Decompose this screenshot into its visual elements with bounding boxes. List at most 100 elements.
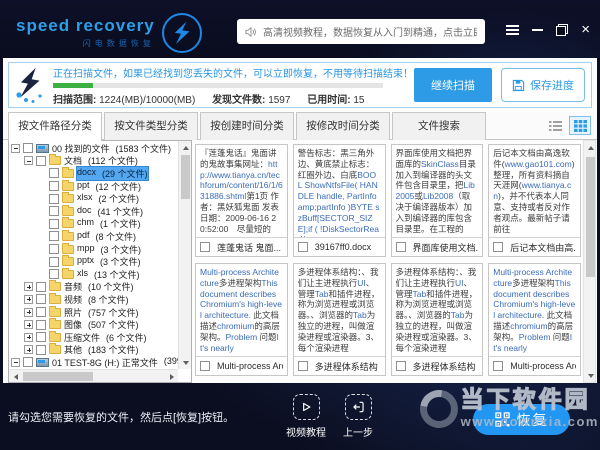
card-checkbox[interactable]	[493, 242, 503, 252]
expand-icon[interactable]	[24, 282, 33, 291]
folder-icon	[62, 182, 74, 191]
tab-3[interactable]: 按创建时间分类	[200, 112, 294, 140]
collapse-icon[interactable]	[11, 358, 20, 367]
cards-vertical-scrollbar[interactable]	[583, 140, 596, 383]
play-icon	[299, 400, 313, 414]
tree-checkbox[interactable]	[23, 357, 33, 367]
card-checkbox[interactable]	[200, 361, 210, 371]
scroll-left-icon[interactable]	[9, 370, 22, 383]
tree-row[interactable]: 图像(507 个文件)	[9, 318, 178, 331]
tree-file-count: (10 个文件)	[88, 280, 134, 293]
tree-checkbox[interactable]	[49, 219, 59, 229]
tree-checkbox[interactable]	[49, 194, 59, 204]
scrollbar-thumb[interactable]	[181, 155, 190, 199]
collapse-icon[interactable]	[24, 156, 33, 165]
card-checkbox[interactable]	[298, 361, 308, 371]
tree-row[interactable]: docx(29 个文件)	[9, 167, 178, 180]
scroll-right-icon[interactable]	[165, 370, 178, 383]
tree-row[interactable]: chm(1 个文件)	[9, 218, 178, 231]
expand-icon[interactable]	[24, 345, 33, 354]
tree-row[interactable]: xlsx(2 个文件)	[9, 192, 178, 205]
continue-scan-button[interactable]: 继续扫描	[414, 68, 492, 102]
tree-checkbox[interactable]	[49, 269, 59, 279]
tree-label-text: 图像	[64, 318, 82, 331]
expand-icon[interactable]	[24, 295, 33, 304]
save-floppy-icon	[512, 79, 525, 92]
menu-icon[interactable]	[506, 25, 519, 35]
video-tutorial-button[interactable]: 视频教程	[284, 394, 328, 439]
tree-row[interactable]: 其他(183 个文件)	[9, 344, 178, 357]
previous-step-label: 上一步	[336, 424, 380, 439]
tree-checkbox[interactable]	[49, 231, 59, 241]
text-segment: 或	[414, 191, 423, 201]
tree-row[interactable]: ppt(12 个文件)	[9, 180, 178, 193]
scrollbar-thumb[interactable]	[586, 157, 595, 277]
tree-row[interactable]: doc(41 个文件)	[9, 205, 178, 218]
card-checkbox[interactable]	[200, 242, 210, 252]
scroll-up-icon[interactable]	[584, 141, 597, 154]
tree-checkbox[interactable]	[36, 320, 46, 330]
tree-checkbox[interactable]	[36, 345, 46, 355]
tab-5[interactable]: 文件搜索	[392, 112, 486, 140]
text-segment: SkinClass	[421, 159, 459, 169]
tree-label: doc(41 个文件)	[77, 205, 143, 218]
tree-row[interactable]: mpp(3 个文件)	[9, 243, 178, 256]
restore-icon[interactable]	[556, 24, 568, 36]
card-checkbox[interactable]	[298, 242, 308, 252]
tree-label-text: ppt	[77, 180, 90, 193]
scroll-up-icon[interactable]	[179, 141, 192, 154]
tree-horizontal-scrollbar[interactable]	[9, 369, 178, 382]
recover-button[interactable]: 恢复	[473, 404, 570, 435]
grid-view-icon[interactable]	[569, 116, 591, 135]
text-segment: Tab	[353, 310, 367, 320]
tree-checkbox[interactable]	[49, 168, 59, 178]
tree-row[interactable]: pptx(3 个文件)	[9, 255, 178, 268]
tree-row[interactable]: 视频(8 个文件)	[9, 293, 178, 306]
tree-row[interactable]: 00 找到的文件(1583 个文件)	[9, 142, 178, 155]
save-progress-button[interactable]: 保存进度	[501, 68, 585, 102]
tree-checkbox[interactable]	[36, 294, 46, 304]
card-checkbox[interactable]	[396, 242, 406, 252]
scroll-down-icon[interactable]	[584, 369, 597, 382]
tree-row[interactable]: pdf(8 个文件)	[9, 230, 178, 243]
expand-icon[interactable]	[24, 333, 33, 342]
tree-row[interactable]: xls(13 个文件)	[9, 268, 178, 281]
tree-row[interactable]: 01 TEST-8G (H:) 正常文件(3991	[9, 356, 178, 369]
tree-checkbox[interactable]	[23, 143, 33, 153]
collapse-icon[interactable]	[11, 144, 20, 153]
tree-checkbox[interactable]	[36, 332, 46, 342]
card-checkbox[interactable]	[493, 361, 503, 371]
text-segment: UI	[357, 278, 366, 288]
tree-checkbox[interactable]	[36, 282, 46, 292]
tree-label: 照片(757 个文件)	[64, 306, 139, 319]
list-view-icon[interactable]	[544, 116, 566, 135]
minimize-icon[interactable]	[532, 29, 543, 31]
scroll-down-icon[interactable]	[179, 356, 192, 369]
previous-step-button[interactable]: 上一步	[336, 394, 380, 439]
card-checkbox[interactable]	[396, 361, 406, 371]
tree-checkbox[interactable]	[49, 206, 59, 216]
tree-row[interactable]: 照片(757 个文件)	[9, 306, 178, 319]
tab-1[interactable]: 按文件路径分类	[8, 112, 102, 141]
tree-checkbox[interactable]	[49, 244, 59, 254]
tree-checkbox[interactable]	[49, 181, 59, 191]
scrollbar-thumb[interactable]	[23, 372, 93, 381]
tree-row[interactable]: 文档(112 个文件)	[9, 155, 178, 168]
expand-icon[interactable]	[24, 308, 33, 317]
expand-icon[interactable]	[24, 320, 33, 329]
text-segment: 多进程架构	[512, 278, 555, 288]
tree-vertical-scrollbar[interactable]	[178, 141, 191, 369]
announcement-banner[interactable]: 高清视频教程，数据恢复从入门到精通，点击立即学习！	[237, 19, 485, 44]
scan-status-text: 正在扫描文件，如果已经找到您丢失的文件，可以立即恢复，不用等待扫描结束！	[53, 65, 414, 80]
tree-checkbox[interactable]	[36, 307, 46, 317]
close-icon[interactable]: ×	[581, 24, 590, 36]
found-files-value: 1597	[268, 95, 290, 106]
tree-file-count: (2 个文件)	[99, 192, 140, 205]
tree-row[interactable]: 压缩文件(6 个文件)	[9, 331, 178, 344]
logo-title: speed recovery	[16, 17, 155, 34]
tree-checkbox[interactable]	[36, 156, 46, 166]
tree-row[interactable]: 音频(10 个文件)	[9, 281, 178, 294]
tab-2[interactable]: 按文件类型分类	[104, 112, 198, 140]
tree-checkbox[interactable]	[49, 257, 59, 267]
tab-4[interactable]: 按修改时间分类	[296, 112, 390, 140]
